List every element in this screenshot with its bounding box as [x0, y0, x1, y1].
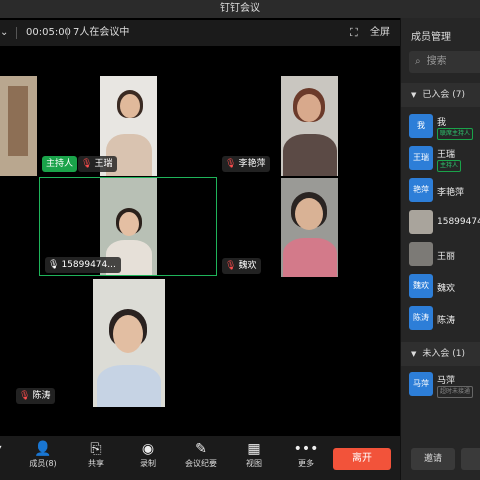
search-icon: ⌕: [415, 56, 421, 67]
member-item[interactable]: 马萍 马萍 超时未接通: [401, 370, 480, 400]
member-item[interactable]: 陈涛 陈涛: [401, 304, 480, 334]
member-name: 马萍: [437, 376, 456, 386]
mic-muted-icon: 🎙: [225, 261, 237, 271]
chevron-down-icon[interactable]: ▾: [0, 440, 10, 458]
member-item[interactable]: 艳萍 李艳萍: [401, 176, 480, 206]
role-tag: 联席主持人: [437, 128, 474, 140]
role-tag: 主持人: [437, 160, 462, 172]
participant-name: 王瑞: [94, 159, 113, 169]
members-button[interactable]: 👤 成员(8): [23, 440, 63, 469]
participant-video: [295, 198, 323, 230]
view-label: 视图: [246, 459, 262, 468]
minutes-button[interactable]: ✎ 会议纪要: [181, 440, 221, 469]
mic-muted-icon: 🎙: [225, 159, 237, 169]
panel-secondary-button[interactable]: [461, 448, 480, 470]
share-button[interactable]: ⎘ 共享: [76, 440, 116, 469]
member-name: 王瑞: [437, 150, 456, 160]
chevron-down-icon[interactable]: ⌄: [0, 20, 10, 46]
caret-down-icon: ▼: [411, 91, 417, 99]
mic-icon: 🎙: [48, 260, 60, 270]
panel-title: 成员管理: [411, 32, 451, 43]
name-chip-chentao: 🎙 陈涛: [16, 388, 56, 404]
caret-down-icon: ▼: [411, 350, 417, 358]
fullscreen-button[interactable]: 全屏: [370, 20, 390, 46]
video-tile-liyanping[interactable]: [281, 76, 338, 176]
participant-video: [283, 238, 337, 277]
name-chip-liyanping: 🎙 李艳萍: [222, 156, 271, 172]
participant-video: [120, 94, 140, 118]
mic-muted-icon: 🎙: [19, 391, 31, 401]
participant-count: 7人在会议中: [73, 27, 130, 38]
member-name: 陈涛: [437, 316, 456, 326]
notjoined-section-header[interactable]: ▼ 未入会 (1): [401, 342, 480, 366]
share-label: 共享: [88, 459, 104, 468]
video-tile-chentao[interactable]: [93, 279, 165, 407]
member-item[interactable]: 王瑞 王瑞 主持人: [401, 144, 480, 174]
participant-name: 陈涛: [32, 391, 51, 401]
member-name: 魏欢: [437, 284, 456, 294]
member-name: 王丽: [437, 252, 456, 262]
member-name: 李艳萍: [437, 188, 465, 198]
avatar: [409, 242, 433, 266]
minutes-label: 会议纪要: [185, 459, 217, 468]
more-icon: •••: [293, 441, 319, 457]
avatar: 陈涛: [409, 306, 433, 330]
participant-name: 魏欢: [238, 261, 257, 271]
host-badge: 主持人: [42, 156, 78, 172]
member-item[interactable]: 魏欢 魏欢: [401, 272, 480, 302]
share-screen-icon: ⎘: [90, 441, 102, 457]
video-tile-weihuan[interactable]: [281, 178, 338, 277]
members-label: 成员(8): [29, 459, 57, 468]
member-panel: 成员管理 ⌕ 搜索 ▼ 已入会 (7) 我 我 联席主持人 王瑞 王瑞 主持人 艳萍…: [400, 18, 480, 480]
name-chip-wangrui: 🎙 王瑞: [78, 156, 118, 172]
avatar: 艳萍: [409, 178, 433, 202]
joined-header-label: 已入会 (7): [422, 90, 466, 100]
video-stage: 主持人 🎙 王瑞 🎙 李艳萍 🎙 15899474... 🎙 魏欢 🎙 陈涛: [0, 46, 400, 436]
member-item[interactable]: 我 我 联席主持人: [401, 112, 480, 142]
record-label: 录制: [140, 459, 156, 468]
participant-video: [283, 134, 337, 176]
member-name: 我: [437, 118, 447, 128]
record-button[interactable]: ◉ 录制: [128, 440, 168, 469]
video-frame: [8, 86, 28, 156]
meeting-topbar: ⌄ 00:05:00 7人在会议中 ⛶ 全屏: [0, 20, 400, 46]
participant-name: 李艳萍: [238, 159, 266, 169]
member-item[interactable]: 15899474: [401, 208, 480, 238]
window-title: 钉钉会议: [0, 0, 480, 18]
fullscreen-icon[interactable]: ⛶: [350, 20, 358, 46]
participant-video: [113, 315, 143, 353]
search-placeholder: 搜索: [426, 56, 447, 67]
participant-video: [97, 365, 161, 407]
more-button[interactable]: ••• 更多: [286, 440, 326, 469]
member-name: 15899474: [437, 217, 480, 227]
avatar: 王瑞: [409, 146, 433, 170]
video-tile-partial[interactable]: [0, 76, 37, 176]
members-icon: 👤: [34, 441, 52, 457]
avatar: 魏欢: [409, 274, 433, 298]
leave-button[interactable]: 离开: [333, 448, 391, 470]
invite-button[interactable]: 邀请: [411, 448, 455, 470]
status-tag: 超时未接通: [437, 386, 474, 398]
divider: [16, 27, 17, 39]
avatar: 我: [409, 114, 433, 138]
view-button[interactable]: ▦ 视图: [234, 440, 274, 469]
member-search-input[interactable]: ⌕ 搜索: [409, 51, 480, 73]
mic-muted-icon: 🎙: [81, 159, 93, 169]
record-icon: ◉: [141, 441, 155, 457]
name-chip-phone: 🎙 15899474...: [45, 257, 121, 273]
minutes-icon: ✎: [195, 441, 207, 457]
avatar: [409, 210, 433, 234]
joined-section-header[interactable]: ▼ 已入会 (7): [401, 83, 480, 107]
meeting-timer: 00:05:00: [26, 27, 71, 38]
grid-icon: ▦: [247, 441, 261, 457]
member-item[interactable]: 王丽: [401, 240, 480, 270]
notjoined-header-label: 未入会 (1): [422, 349, 466, 359]
more-label: 更多: [298, 459, 314, 468]
divider: [67, 27, 68, 39]
participant-name: 15899474...: [61, 260, 116, 270]
participant-video: [297, 94, 321, 122]
avatar: 马萍: [409, 372, 433, 396]
name-chip-weihuan: 🎙 魏欢: [222, 258, 262, 274]
meeting-toolbar: ▾ 👤 成员(8) ⎘ 共享 ◉ 录制 ✎ 会议纪要 ▦ 视图 ••• 更多 离开: [0, 436, 400, 480]
